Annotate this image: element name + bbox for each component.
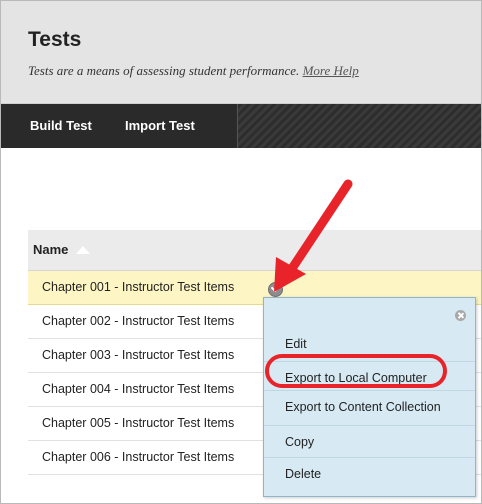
chevron-down-icon[interactable] xyxy=(268,282,283,297)
page-subtitle: Tests are a means of assessing student p… xyxy=(28,63,359,79)
menu-item-edit[interactable]: Edit xyxy=(264,328,475,361)
page-header: Tests Tests are a means of assessing stu… xyxy=(1,1,481,104)
menu-item-label: Export to Local Computer xyxy=(285,371,427,385)
test-name[interactable]: Chapter 002 - Instructor Test Items xyxy=(42,314,234,328)
menu-item-label: Delete xyxy=(285,467,322,481)
import-test-button[interactable]: Import Test xyxy=(125,104,195,148)
name-column-label: Name xyxy=(33,242,69,257)
test-name[interactable]: Chapter 003 - Instructor Test Items xyxy=(42,348,234,362)
test-name[interactable]: Chapter 006 - Instructor Test Items xyxy=(42,450,234,464)
sort-ascending-icon[interactable] xyxy=(74,245,92,255)
test-name[interactable]: Chapter 001 - Instructor Test Items xyxy=(42,280,234,294)
menu-item-export-content-collection[interactable]: Export to Content Collection xyxy=(264,390,475,424)
page-frame: Tests Tests are a means of assessing stu… xyxy=(0,0,482,504)
menu-item-label: Export to Content Collection xyxy=(285,400,441,414)
menu-item-copy[interactable]: Copy xyxy=(264,425,475,459)
name-column-header[interactable]: Name xyxy=(28,230,481,271)
menu-item-delete[interactable]: Delete xyxy=(264,457,475,491)
close-icon[interactable] xyxy=(455,310,466,321)
menu-item-label: Edit xyxy=(285,337,307,351)
action-bar: Build Test Import Test xyxy=(1,104,481,148)
page-title: Tests xyxy=(28,28,82,51)
test-name[interactable]: Chapter 005 - Instructor Test Items xyxy=(42,416,234,430)
build-test-button[interactable]: Build Test xyxy=(30,104,92,148)
menu-item-label: Copy xyxy=(285,435,315,449)
context-menu: Edit Export to Local Computer Export to … xyxy=(263,297,476,497)
subtitle-text: Tests are a means of assessing student p… xyxy=(28,63,300,78)
test-name[interactable]: Chapter 004 - Instructor Test Items xyxy=(42,382,234,396)
action-bar-buttons: Build Test Import Test xyxy=(1,104,238,148)
more-help-link[interactable]: More Help xyxy=(303,63,359,78)
